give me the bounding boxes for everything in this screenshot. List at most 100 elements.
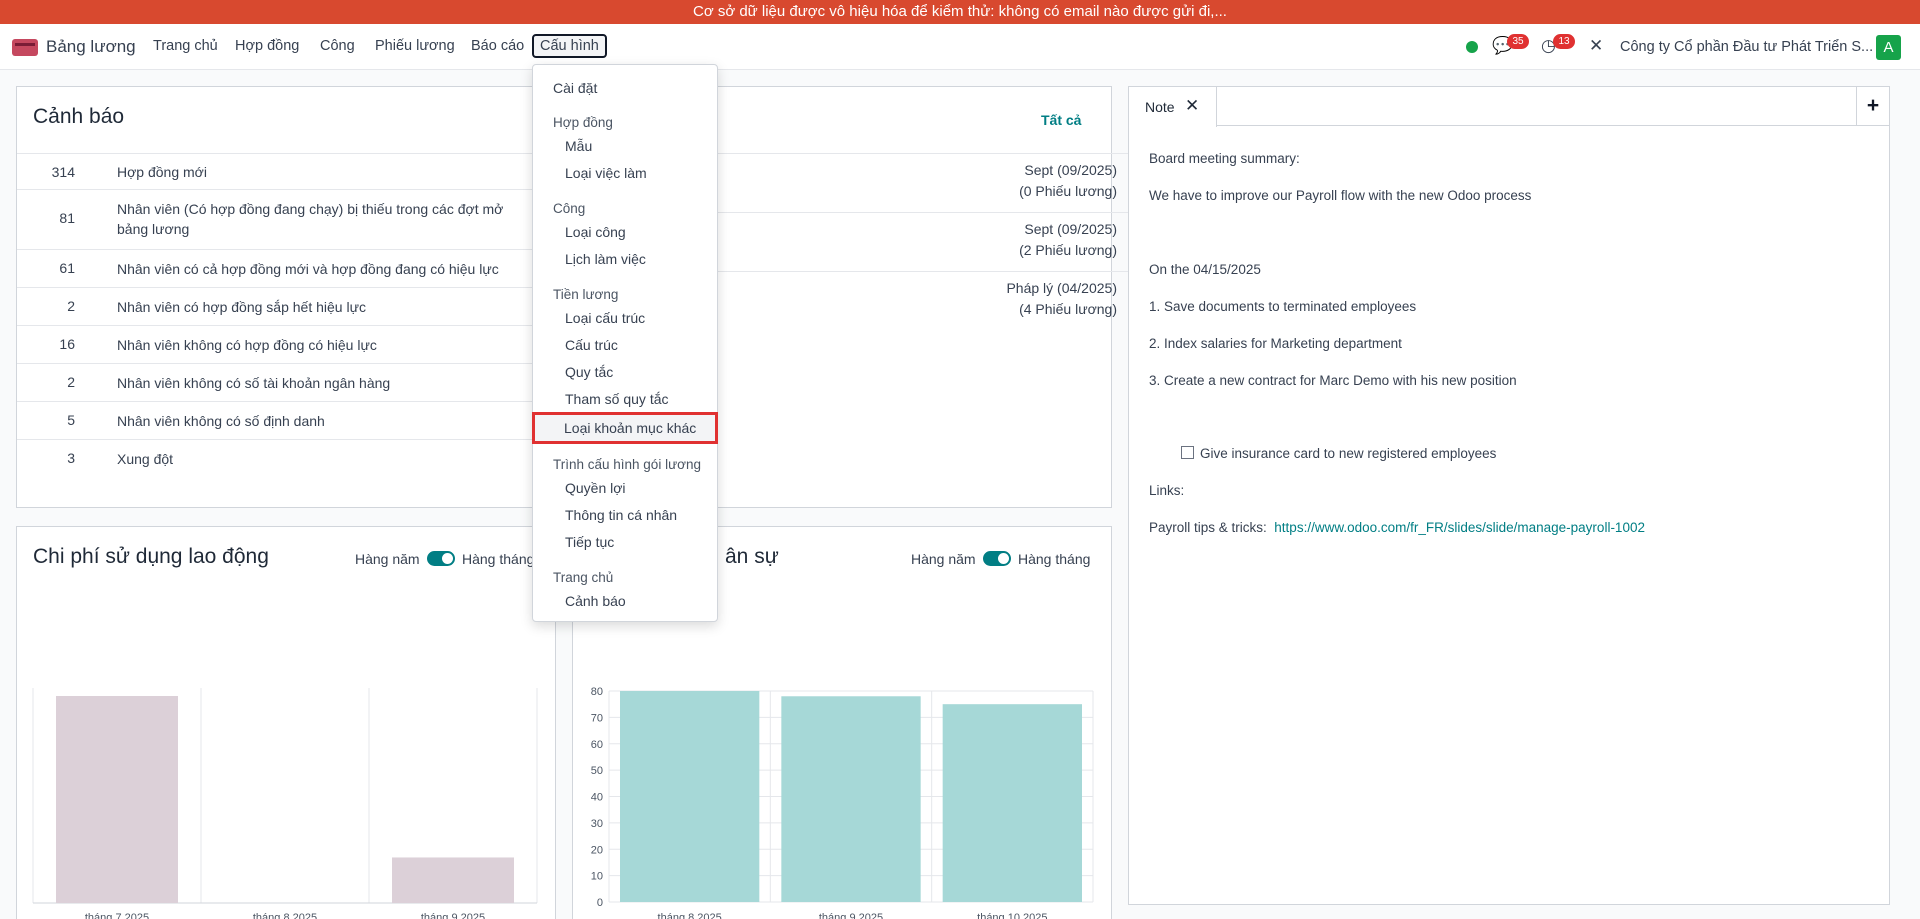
alert-count: 3 <box>67 450 75 466</box>
note-line[interactable]: 1. Save documents to terminated employee… <box>1149 299 1416 314</box>
alert-text: Hợp đồng mới <box>117 164 207 180</box>
configuration-dropdown: Cài đặt Hợp đồng Mẫu Loại việc làm Công … <box>532 64 718 622</box>
y-tick-label: 50 <box>591 765 603 777</box>
plus-icon[interactable]: + <box>1856 87 1889 126</box>
menu-rule-parameters[interactable]: Tham số quy tắc <box>565 391 669 407</box>
menu-payslips[interactable]: Phiếu lương <box>375 38 455 54</box>
test-mode-banner: Cơ sở dữ liệu được vô hiệu hóa để kiểm t… <box>0 0 1920 24</box>
menu-settings[interactable]: Cài đặt <box>553 80 597 96</box>
note-line[interactable]: We have to improve our Payroll flow with… <box>1149 188 1531 203</box>
menu-structure-types[interactable]: Loại cấu trúc <box>565 310 645 326</box>
alert-text: Nhân viên có hợp đồng sắp hết hiệu lực <box>117 299 366 315</box>
y-tick-label: 60 <box>591 739 603 751</box>
employer-cost-chart: tháng 7 2025 tháng 8 2025 tháng 9 2025 <box>32 688 538 919</box>
alerts-title: Cảnh báo <box>33 105 125 128</box>
alert-text: Nhân viên không có số định danh <box>117 413 325 429</box>
menu-benefits[interactable]: Quyền lợi <box>565 480 626 496</box>
payroll-app-icon[interactable] <box>12 39 38 56</box>
links-label[interactable]: Links: <box>1149 483 1184 498</box>
menu-work-entries[interactable]: Công <box>320 38 355 54</box>
x-tick-label: tháng 9 2025 <box>421 912 485 919</box>
alert-row[interactable]: 61 Nhân viên có cả hợp đồng mới và hợp đ… <box>17 249 549 287</box>
y-tick-label: 70 <box>591 712 603 724</box>
alert-row[interactable]: 2 Nhân viên không có số tài khoản ngân h… <box>17 363 549 401</box>
tips-row: Payroll tips & tricks: https://www.odoo.… <box>1149 520 1645 535</box>
user-avatar[interactable]: A <box>1876 35 1901 60</box>
menu-other-input-types[interactable]: Loại khoản mục khác <box>564 420 696 436</box>
tips-label: Payroll tips & tricks: <box>1149 520 1267 535</box>
company-switcher[interactable]: Công ty Cổ phần Đầu tư Phát Triển S... <box>1620 39 1873 55</box>
menu-home[interactable]: Trang chủ <box>153 38 218 54</box>
y-tick-label: 30 <box>591 818 603 830</box>
bar <box>56 696 178 903</box>
note-line[interactable]: On the 04/15/2025 <box>1149 262 1261 277</box>
alert-row[interactable]: 2 Nhân viên có hợp đồng sắp hết hiệu lực <box>17 287 549 325</box>
y-tick-label: 10 <box>591 871 603 883</box>
payroll-tips-link[interactable]: https://www.odoo.com/fr_FR/slides/slide/… <box>1274 520 1645 535</box>
bar <box>620 691 760 902</box>
alert-row[interactable]: 5 Nhân viên không có số định danh <box>17 401 549 439</box>
section-contracts: Hợp đồng <box>553 115 613 130</box>
y-tick-label: 20 <box>591 844 603 856</box>
bar <box>781 696 921 902</box>
insurance-card-checkbox[interactable] <box>1181 446 1194 459</box>
alert-row[interactable]: 314 Hợp đồng mới <box>17 153 549 189</box>
alert-row[interactable]: 81 Nhân viên (Có hợp đồng đang chạy) bị … <box>17 189 549 249</box>
alert-text: Nhân viên (Có hợp đồng đang chạy) bị thi… <box>117 201 504 237</box>
section-salary-package: Trình cấu hình gói lương <box>553 457 701 472</box>
note-card: Note ✕ + Board meeting summary: We have … <box>1128 86 1890 905</box>
alert-count: 61 <box>59 260 75 276</box>
messages-badge: 35 <box>1507 34 1529 49</box>
note-tabbar: Note ✕ + <box>1129 87 1889 127</box>
alert-count: 81 <box>59 210 75 226</box>
presence-status-indicator <box>1466 41 1478 53</box>
section-work-entries: Công <box>553 201 586 216</box>
menu-working-schedules[interactable]: Lịch làm việc <box>565 251 646 267</box>
section-salary: Tiền lương <box>553 287 619 302</box>
x-tick-label: tháng 8 2025 <box>253 912 317 919</box>
bar <box>942 704 1082 902</box>
alert-count: 314 <box>51 164 75 180</box>
alert-row[interactable]: 3 Xung đột <box>17 439 549 477</box>
tab-note[interactable]: Note ✕ <box>1129 87 1217 127</box>
activities-badge: 13 <box>1553 34 1575 49</box>
alert-count: 16 <box>59 336 75 352</box>
menu-templates[interactable]: Mẫu <box>565 138 592 154</box>
section-home: Trang chủ <box>553 570 614 585</box>
menu-employment-types[interactable]: Loại việc làm <box>565 165 647 181</box>
view-all-batches-link[interactable]: Tất cả <box>1041 112 1081 128</box>
menu-configuration[interactable]: Cấu hình <box>532 34 607 58</box>
menu-contracts[interactable]: Hợp đồng <box>235 38 299 54</box>
note-line[interactable]: Board meeting summary: <box>1149 151 1300 166</box>
note-line[interactable]: 2. Index salaries for Marketing departme… <box>1149 336 1402 351</box>
alert-count: 2 <box>67 298 75 314</box>
y-tick-label: 80 <box>591 686 603 698</box>
app-name[interactable]: Bảng lương <box>46 37 136 57</box>
highlighted-menu-item[interactable]: Loại khoản mục khác <box>532 412 718 444</box>
menu-rules[interactable]: Quy tắc <box>565 364 613 380</box>
top-navbar: Bảng lương Trang chủ Hợp đồng Công Phiếu… <box>0 24 1920 70</box>
menu-personal-info[interactable]: Thông tin cá nhân <box>565 507 677 523</box>
x-tick-label: tháng 7 2025 <box>85 912 149 919</box>
y-tick-label: 0 <box>597 897 603 909</box>
alert-count: 2 <box>67 374 75 390</box>
employer-cost-card: Chi phí sử dụng lao động Hàng năm Hàng t… <box>16 526 556 919</box>
menu-warnings[interactable]: Cảnh báo <box>565 593 626 609</box>
x-tick-label: tháng 9 2025 <box>819 912 883 919</box>
checkbox-text[interactable]: Give insurance card to new registered em… <box>1200 446 1496 461</box>
alert-text: Xung đột <box>117 451 174 467</box>
menu-resume[interactable]: Tiếp tục <box>565 534 614 550</box>
note-tab-label: Note <box>1145 99 1175 115</box>
menu-reporting[interactable]: Báo cáo <box>471 38 524 54</box>
close-icon[interactable]: ✕ <box>1185 96 1199 116</box>
alert-row[interactable]: 16 Nhân viên không có hợp đồng có hiệu l… <box>17 325 549 363</box>
note-line[interactable]: 3. Create a new contract for Marc Demo w… <box>1149 373 1517 388</box>
menu-work-entry-types[interactable]: Loại công <box>565 224 626 240</box>
alert-text: Nhân viên có cả hợp đồng mới và hợp đồng… <box>117 261 499 277</box>
menu-structures[interactable]: Cấu trúc <box>565 337 618 353</box>
bar <box>392 857 514 903</box>
alert-text: Nhân viên không có số tài khoản ngân hàn… <box>117 375 391 391</box>
tools-icon[interactable]: ✕ <box>1589 36 1603 56</box>
x-tick-label: tháng 8 2025 <box>658 912 722 919</box>
y-tick-label: 40 <box>591 792 603 804</box>
